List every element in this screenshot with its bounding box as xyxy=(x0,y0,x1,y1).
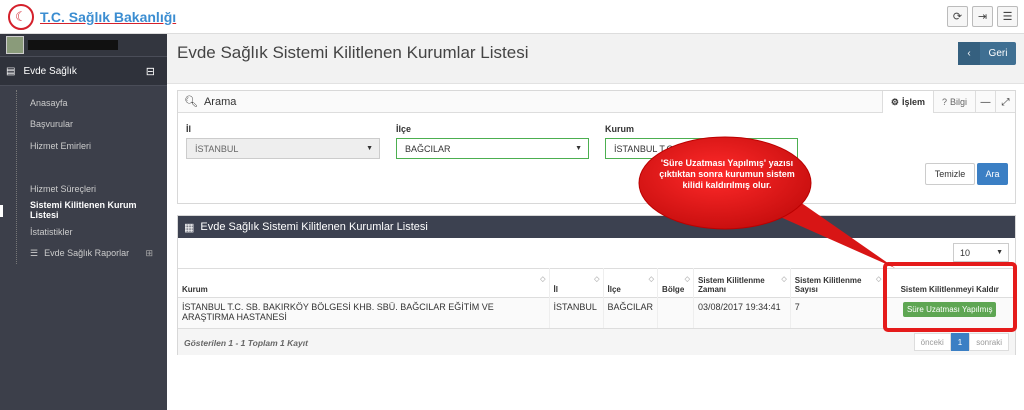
tab-bilgi-label: Bilgi xyxy=(949,97,967,107)
next-page-button[interactable]: sonraki xyxy=(969,333,1009,351)
column-header-label: Sistem Kilitlenme Sayısı xyxy=(794,276,862,294)
question-icon: ? xyxy=(941,97,947,107)
top-header: ☾ T.C. Sağlık Bakanlığı ⟳ ⇥ ☰ xyxy=(0,0,1024,34)
table-icon: ▦ xyxy=(184,221,195,234)
minimize-icon[interactable]: — xyxy=(975,91,995,113)
search-icon: 🔍︎ xyxy=(184,96,198,108)
sort-icon: ◇ xyxy=(684,276,691,283)
column-header-label: Kurum xyxy=(182,285,208,294)
top-actions: ⟳ ⇥ ☰ xyxy=(947,6,1018,27)
cell-bolge xyxy=(657,297,695,328)
tab-bilgi[interactable]: ? Bilgi xyxy=(932,91,975,113)
tab-islem-label: İşlem xyxy=(901,97,925,107)
ilce-label: İlçe xyxy=(396,124,412,134)
logout-icon[interactable]: ⇥ xyxy=(972,6,993,27)
il-label: İl xyxy=(186,124,192,134)
expand-icon[interactable]: ⊞ xyxy=(145,248,153,259)
prev-page-button[interactable]: önceki xyxy=(913,333,951,351)
column-header-il[interactable]: İl ◇ xyxy=(549,268,604,298)
page-title: Evde Sağlık Sistemi Kilitlenen Kurumlar … xyxy=(177,43,529,62)
cell-zaman: 03/08/2017 19:34:41 xyxy=(693,297,791,328)
ilce-select-value: BAĞCILAR xyxy=(405,143,451,154)
cell-kurum: İSTANBUL T.C. SB. BAKIRKÖY BÖLGESİ KHB. … xyxy=(178,297,550,328)
record-count: Gösterilen 1 - 1 Toplam 1 Kayıt xyxy=(184,338,308,348)
sidebar-section-evde-saglik[interactable]: ▤ Evde Sağlık ⊟ xyxy=(0,56,167,86)
sidebar-item-kilitlenen-kurum[interactable]: Sistemi Kilitlenen Kurum Listesi xyxy=(0,200,167,222)
clear-button[interactable]: Temizle xyxy=(925,163,975,185)
kurum-select[interactable]: İSTANBUL T.C. xyxy=(605,138,798,159)
kurum-label: Kurum xyxy=(605,124,634,134)
back-button[interactable]: ‹ Geri xyxy=(958,42,1016,65)
sidebar-item-basvurular[interactable]: Başvurular xyxy=(16,114,167,136)
annotation-highlight-box xyxy=(883,262,1017,332)
cell-ilce: BAĞCILAR xyxy=(603,297,659,328)
sidebar-submenu: Anasayfa Başvurular Hizmet Emirleri Hizm… xyxy=(0,86,167,264)
dropdown-caret-icon: ▼ xyxy=(366,145,373,152)
list-icon: ☰ xyxy=(30,247,39,258)
annotation-text: 'Süre Uzatması Yapılmış' yazısı çıktıkta… xyxy=(659,158,795,190)
sidebar: ▤ Evde Sağlık ⊟ Anasayfa Başvurular Hizm… xyxy=(0,34,167,410)
pagination: önceki 1 sonraki xyxy=(913,333,1009,351)
column-header-label: İlçe xyxy=(607,285,621,294)
sidebar-item-hizmet-emirleri[interactable]: Hizmet Emirleri xyxy=(16,135,167,157)
sort-icon: ◇ xyxy=(594,276,600,283)
column-header-label: Sistem Kilitlenme Zamanı xyxy=(698,276,765,294)
user-name-redacted xyxy=(28,40,118,50)
page-header: Evde Sağlık Sistemi Kilitlenen Kurumlar … xyxy=(167,34,1024,84)
il-select[interactable]: İSTANBUL ▼ xyxy=(186,138,380,159)
column-header-label: Bölge xyxy=(662,285,685,294)
avatar xyxy=(6,36,24,54)
column-header-ilce[interactable]: İlçe ◇ xyxy=(603,268,659,298)
main-content: Evde Sağlık Sistemi Kilitlenen Kurumlar … xyxy=(167,34,1024,410)
search-button[interactable]: Ara xyxy=(977,163,1008,185)
search-panel-tabs: ⚙ İşlem ? Bilgi — ⤢ xyxy=(881,91,1015,113)
back-button-label: Geri xyxy=(988,48,1008,59)
ministry-emblem-icon: ☾ xyxy=(8,4,34,30)
cell-sayi: 7 xyxy=(790,297,886,328)
column-header-bolge[interactable]: Bölge ◇ xyxy=(657,268,695,298)
brand-name: T.C. Sağlık Bakanlığı xyxy=(40,9,177,25)
clipboard-icon: ▤ xyxy=(6,65,16,77)
ministry-logo[interactable]: ☾ T.C. Sağlık Bakanlığı xyxy=(8,4,176,30)
gear-icon: ⚙ xyxy=(890,96,899,107)
sidebar-item-blank[interactable] xyxy=(16,157,167,179)
column-header-sayi[interactable]: Sistem Kilitlenme Sayısı ◇ xyxy=(790,268,886,298)
list-panel-header: ▦ Evde Sağlık Sistemi Kilitlenen Kurumla… xyxy=(178,216,1015,238)
sidebar-item-istatistikler[interactable]: İstatistikler xyxy=(16,221,167,243)
sort-icon: ◇ xyxy=(781,276,787,283)
column-header-kurum[interactable]: Kurum ◇ xyxy=(178,268,550,298)
dropdown-caret-icon: ▼ xyxy=(996,249,1003,256)
sort-icon: ◇ xyxy=(540,276,546,283)
ilce-select[interactable]: BAĞCILAR ▼ xyxy=(396,138,589,159)
list-panel-title: Evde Sağlık Sistemi Kilitlenen Kurumlar … xyxy=(200,221,428,233)
dropdown-caret-icon: ▼ xyxy=(575,145,582,152)
column-header-label: İl xyxy=(553,285,558,294)
sidebar-section-label: Evde Sağlık xyxy=(23,65,77,77)
menu-icon[interactable]: ☰ xyxy=(997,6,1018,27)
sidebar-item-anasayfa[interactable]: Anasayfa xyxy=(16,92,167,114)
expand-arrows-icon[interactable]: ⤢ xyxy=(995,91,1015,113)
chevron-left-icon: ‹ xyxy=(958,42,980,65)
il-select-value: İSTANBUL xyxy=(195,143,239,154)
tab-islem[interactable]: ⚙ İşlem xyxy=(881,91,933,113)
collapse-icon[interactable]: ⊟ xyxy=(146,65,155,78)
search-panel-title: Arama xyxy=(203,95,237,108)
sort-icon: ◇ xyxy=(648,276,655,283)
user-row[interactable] xyxy=(0,34,167,56)
sidebar-item-hizmet-surecleri[interactable]: Hizmet Süreçleri xyxy=(16,178,167,200)
sidebar-item-raporlar[interactable]: ☰ Evde Sağlık Raporlar ⊞ xyxy=(16,243,167,265)
page-button-current[interactable]: 1 xyxy=(950,333,970,351)
refresh-icon[interactable]: ⟳ xyxy=(947,6,968,27)
search-panel-header: 🔍︎ Arama ⚙ İşlem ? Bilgi — ⤢ xyxy=(178,91,1015,113)
page-size-value: 10 xyxy=(960,247,971,258)
sort-icon: ◇ xyxy=(876,276,882,283)
table-footer: Gösterilen 1 - 1 Toplam 1 Kayıt önceki 1… xyxy=(178,328,1015,355)
cell-il: İSTANBUL xyxy=(549,297,604,328)
page-size-select[interactable]: 10 ▼ xyxy=(953,243,1009,262)
sidebar-item-raporlar-label: Evde Sağlık Raporlar xyxy=(44,248,130,259)
search-panel: 🔍︎ Arama ⚙ İşlem ? Bilgi — ⤢ İl İSTANBUL… xyxy=(177,90,1016,204)
kurum-select-value: İSTANBUL T.C. xyxy=(614,143,676,154)
column-header-zaman[interactable]: Sistem Kilitlenme Zamanı ◇ xyxy=(693,268,791,298)
